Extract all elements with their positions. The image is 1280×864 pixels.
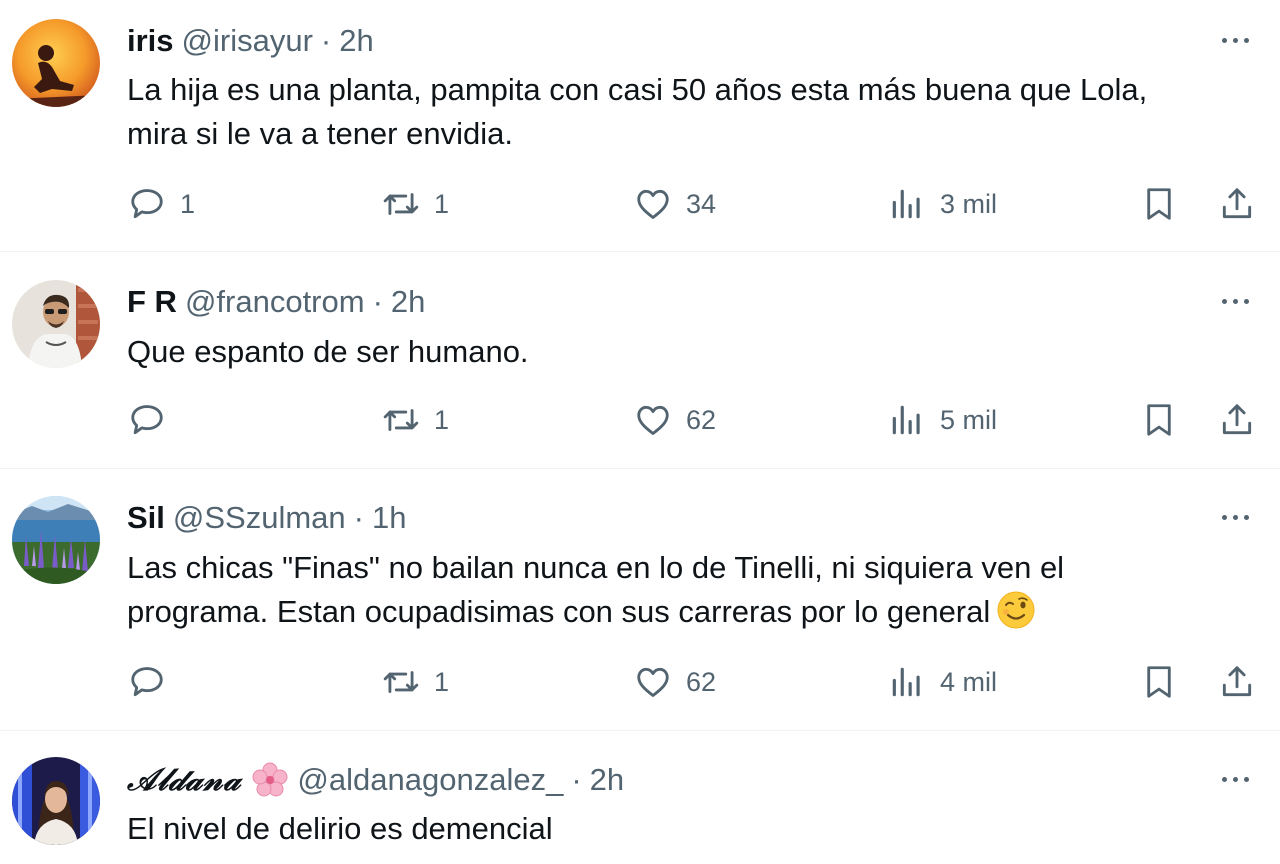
avatar[interactable] [12, 496, 100, 584]
heart-icon [634, 401, 672, 439]
reply-button[interactable] [128, 660, 180, 704]
tweet-text-line: mira si le va a tener envidia. [127, 116, 513, 151]
avatar[interactable] [12, 19, 100, 107]
more-icon[interactable] [1212, 25, 1258, 55]
reply-icon [128, 663, 166, 701]
views-button[interactable]: 5 mil [888, 398, 997, 442]
retweet-count: 1 [434, 188, 450, 219]
retweet-count: 1 [434, 404, 450, 435]
username[interactable]: @aldanagonzalez_ [297, 762, 563, 798]
views-count: 3 mil [940, 188, 998, 219]
retweet-button[interactable]: 1 [382, 660, 449, 704]
tweet-text-line-with-emoji: programa. Estan ocupadisimas con sus car… [127, 590, 1257, 634]
tweet-sszulman[interactable]: Sil @SSzulman · 1h Las chicas "Finas" no… [0, 469, 1280, 731]
views-button[interactable]: 3 mil [888, 182, 997, 226]
timestamp[interactable]: 1h [372, 500, 406, 536]
views-icon [888, 185, 926, 223]
views-count: 5 mil [940, 404, 998, 435]
bookmark-icon [1140, 401, 1178, 439]
avatar[interactable] [12, 280, 100, 368]
bookmark-icon [1140, 185, 1178, 223]
retweet-count: 1 [434, 666, 450, 697]
share-icon [1218, 401, 1256, 439]
reply-button[interactable] [128, 398, 180, 442]
tweet-header: iris @irisayur · 2h [127, 21, 374, 61]
cherry-blossom-icon [251, 761, 289, 799]
tweet-text-line: Que espanto de ser humano. [127, 334, 529, 369]
retweet-icon [382, 401, 420, 439]
share-icon [1218, 185, 1256, 223]
display-name[interactable]: 𝒜𝓁𝒹𝒶𝓃𝒶 [127, 762, 241, 799]
tweet-irisayur[interactable]: iris @irisayur · 2h La hija es una plant… [0, 0, 1280, 252]
like-button[interactable]: 34 [634, 182, 716, 226]
tweet-header: Sil @SSzulman · 1h [127, 498, 406, 538]
tweet-text-line: programa. Estan ocupadisimas con sus car… [127, 594, 991, 629]
views-icon [888, 401, 926, 439]
share-button[interactable] [1218, 398, 1256, 442]
heart-icon [634, 663, 672, 701]
username[interactable]: @SSzulman [173, 500, 346, 536]
bookmark-icon [1140, 663, 1178, 701]
retweet-icon [382, 185, 420, 223]
timestamp[interactable]: 2h [339, 23, 373, 59]
retweet-button[interactable]: 1 [382, 182, 449, 226]
more-icon[interactable] [1212, 764, 1258, 794]
avatar[interactable] [12, 757, 100, 845]
separator-dot: · [320, 23, 332, 58]
display-name[interactable]: iris [127, 23, 174, 59]
bookmark-button[interactable] [1140, 660, 1178, 704]
share-button[interactable] [1218, 660, 1256, 704]
tweet-aldanagonzalez[interactable]: 𝒜𝓁𝒹𝒶𝓃𝒶 @aldanagonzalez_ · 2h El nivel de… [0, 731, 1280, 864]
tweet-actions: 1 1 34 3 mil [0, 182, 1280, 226]
bookmark-button[interactable] [1140, 398, 1178, 442]
tweet-text-line: El nivel de delirio es demencial [127, 811, 553, 846]
tweet-actions: 1 62 4 mil [0, 660, 1280, 704]
separator-dot: · [372, 284, 383, 319]
reply-button[interactable]: 1 [128, 182, 195, 226]
username[interactable]: @irisayur [182, 23, 313, 59]
heart-icon [634, 185, 672, 223]
tweet-text-line: La hija es una planta, pampita con casi … [127, 72, 1148, 107]
like-count: 62 [686, 666, 717, 697]
like-count: 34 [686, 188, 717, 219]
reply-icon [128, 401, 166, 439]
username[interactable]: @francotrom [185, 284, 365, 320]
tweet-header: F R @francotrom · 2h [127, 282, 425, 322]
bookmark-button[interactable] [1140, 182, 1178, 226]
like-count: 62 [686, 404, 717, 435]
separator-dot: · [353, 500, 364, 535]
reply-count: 1 [180, 188, 196, 219]
tweet-francotrom[interactable]: F R @francotrom · 2h Que espanto de ser … [0, 252, 1280, 469]
like-button[interactable]: 62 [634, 398, 716, 442]
tweet-text-line: Las chicas "Finas" no bailan nunca en lo… [127, 550, 1065, 585]
retweet-button[interactable]: 1 [382, 398, 449, 442]
views-button[interactable]: 4 mil [888, 660, 997, 704]
reply-icon [128, 185, 166, 223]
timestamp[interactable]: 2h [590, 762, 624, 798]
like-button[interactable]: 62 [634, 660, 716, 704]
tweet-text: Las chicas "Finas" no bailan nunca en lo… [127, 546, 1257, 634]
tweet-text: Que espanto de ser humano. [127, 330, 1257, 374]
share-icon [1218, 663, 1256, 701]
tweet-text: El nivel de delirio es demencial [127, 807, 1257, 851]
more-icon[interactable] [1212, 286, 1258, 316]
wink-emoji-icon [996, 590, 1036, 630]
tweet-text: La hija es una planta, pampita con casi … [127, 68, 1257, 156]
display-name[interactable]: F R [127, 284, 177, 320]
separator-dot: · [571, 762, 582, 797]
display-name[interactable]: Sil [127, 500, 165, 536]
share-button[interactable] [1218, 182, 1256, 226]
tweet-actions: 1 62 5 mil [0, 398, 1280, 442]
retweet-icon [382, 663, 420, 701]
tweet-header: 𝒜𝓁𝒹𝒶𝓃𝒶 @aldanagonzalez_ · 2h [127, 760, 624, 800]
more-icon[interactable] [1212, 502, 1258, 532]
timestamp[interactable]: 2h [391, 284, 425, 320]
views-count: 4 mil [940, 666, 998, 697]
views-icon [888, 663, 926, 701]
